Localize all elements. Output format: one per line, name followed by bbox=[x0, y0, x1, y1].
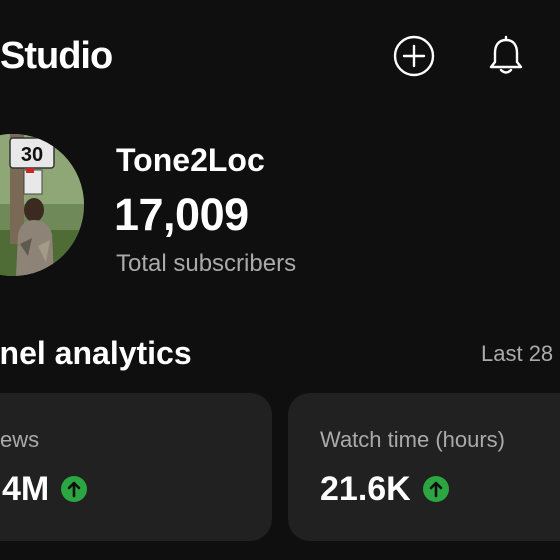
subscriber-count: 17,009 bbox=[114, 189, 249, 240]
channel-avatar[interactable]: 30 bbox=[0, 134, 84, 276]
studio-dashboard: Studio 30 Tone2Loc 17,009 Total subscrib… bbox=[0, 0, 560, 560]
period-selector[interactable]: Last 28 bbox=[481, 339, 553, 369]
card-value-row: 4M bbox=[2, 469, 88, 509]
card-label: Watch time (hours) bbox=[320, 427, 506, 452]
page-title: Studio bbox=[0, 35, 113, 77]
section-title: nnel analytics bbox=[0, 335, 192, 371]
views-card[interactable]: ews 4M bbox=[0, 393, 272, 541]
create-button[interactable] bbox=[390, 32, 438, 80]
avatar-photo: 30 bbox=[0, 134, 84, 276]
watch-time-card[interactable]: Watch time (hours) 21.6K bbox=[288, 393, 560, 541]
card-value: 4M bbox=[2, 470, 50, 508]
trend-up-icon bbox=[422, 476, 449, 502]
svg-text:30: 30 bbox=[21, 144, 43, 166]
card-label: ews bbox=[0, 427, 40, 452]
notifications-button[interactable] bbox=[482, 32, 530, 80]
subscriber-label: Total subscribers bbox=[116, 250, 297, 277]
card-value-row: 21.6K bbox=[320, 469, 449, 509]
trend-up-icon bbox=[61, 476, 88, 502]
channel-name: Tone2Loc bbox=[116, 142, 265, 178]
bell-icon bbox=[489, 35, 523, 74]
card-value: 21.6K bbox=[320, 470, 411, 508]
add-circle-icon bbox=[393, 35, 435, 77]
